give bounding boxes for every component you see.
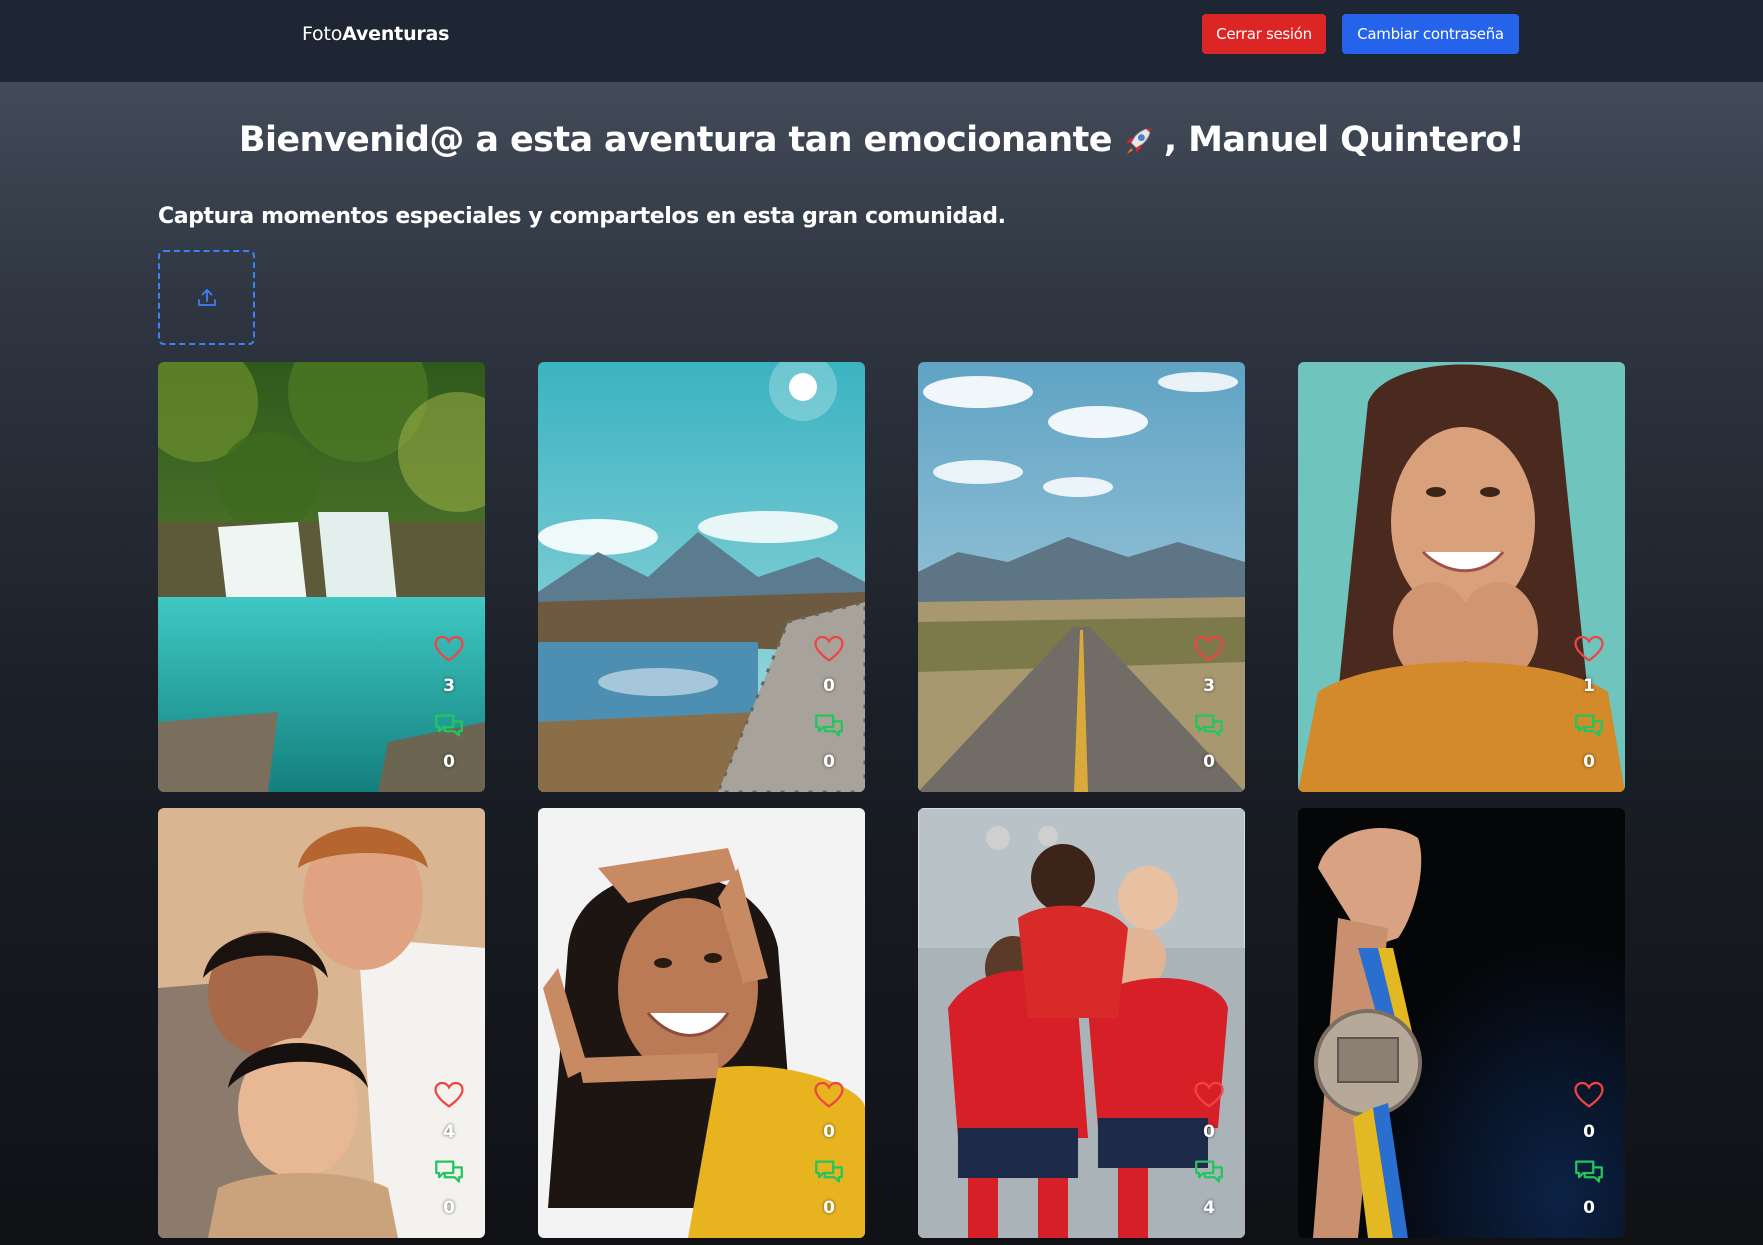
like-count: 0 bbox=[823, 676, 835, 696]
comment-count: 0 bbox=[823, 1198, 835, 1218]
top-navbar: FotoAventuras Cerrar sesión Cambiar cont… bbox=[0, 0, 1763, 82]
photo-card[interactable]: 1 0 bbox=[1298, 362, 1625, 792]
comment-count: 0 bbox=[1583, 1198, 1595, 1218]
comment-icon[interactable] bbox=[431, 1156, 467, 1190]
photo-actions: 3 0 bbox=[1191, 632, 1227, 782]
comment-icon[interactable] bbox=[1571, 710, 1607, 744]
brand-bold: Aventuras bbox=[342, 23, 450, 45]
photo-actions: 0 0 bbox=[1571, 1078, 1607, 1228]
brand-prefix: Foto bbox=[302, 23, 343, 45]
photo-card[interactable]: 0 0 bbox=[538, 808, 865, 1238]
photo-card[interactable]: 0 0 bbox=[1298, 808, 1625, 1238]
comment-icon[interactable] bbox=[1571, 1156, 1607, 1190]
comment-count: 0 bbox=[1583, 752, 1595, 772]
logout-button[interactable]: Cerrar sesión bbox=[1202, 14, 1326, 54]
comment-icon[interactable] bbox=[1191, 710, 1227, 744]
welcome-name: , Manuel Quintero! bbox=[1163, 120, 1525, 160]
like-count: 1 bbox=[1583, 676, 1595, 696]
like-count: 4 bbox=[443, 1122, 455, 1142]
heart-icon[interactable] bbox=[1191, 1078, 1227, 1112]
comment-count: 4 bbox=[1203, 1198, 1215, 1218]
photo-card[interactable]: 0 0 bbox=[538, 362, 865, 792]
upload-button[interactable] bbox=[158, 250, 255, 345]
change-password-button[interactable]: Cambiar contraseña bbox=[1342, 14, 1519, 54]
heart-icon[interactable] bbox=[1191, 632, 1227, 666]
photo-actions: 3 0 bbox=[431, 632, 467, 782]
comment-icon[interactable] bbox=[811, 1156, 847, 1190]
page-subtitle: Captura momentos especiales y compartelo… bbox=[158, 204, 1006, 229]
like-count: 3 bbox=[443, 676, 455, 696]
welcome-text: Bienvenid@ a esta aventura tan emocionan… bbox=[238, 120, 1113, 160]
photo-card[interactable]: 3 0 bbox=[158, 362, 485, 792]
photo-card[interactable]: 4 0 bbox=[158, 808, 485, 1238]
welcome-heading: Bienvenid@ a esta aventura tan emocionan… bbox=[0, 120, 1763, 160]
heart-icon[interactable] bbox=[1571, 1078, 1607, 1112]
heart-icon[interactable] bbox=[811, 1078, 847, 1112]
brand-logo[interactable]: FotoAventuras bbox=[302, 23, 449, 45]
comment-icon[interactable] bbox=[1191, 1156, 1227, 1190]
like-count: 0 bbox=[1583, 1122, 1595, 1142]
photo-actions: 0 4 bbox=[1191, 1078, 1227, 1228]
heart-icon[interactable] bbox=[431, 632, 467, 666]
comment-count: 0 bbox=[823, 752, 835, 772]
rocket-icon bbox=[1125, 128, 1151, 154]
like-count: 3 bbox=[1203, 676, 1215, 696]
photo-actions: 0 0 bbox=[811, 1078, 847, 1228]
photo-actions: 4 0 bbox=[431, 1078, 467, 1228]
photo-card[interactable]: 3 0 bbox=[918, 362, 1245, 792]
upload-icon bbox=[197, 288, 216, 306]
like-count: 0 bbox=[1203, 1122, 1215, 1142]
comment-count: 0 bbox=[443, 1198, 455, 1218]
photo-card[interactable]: 0 4 bbox=[918, 808, 1245, 1238]
photo-actions: 0 0 bbox=[811, 632, 847, 782]
comment-count: 0 bbox=[443, 752, 455, 772]
like-count: 0 bbox=[823, 1122, 835, 1142]
heart-icon[interactable] bbox=[1571, 632, 1607, 666]
heart-icon[interactable] bbox=[431, 1078, 467, 1112]
comment-icon[interactable] bbox=[431, 710, 467, 744]
comment-count: 0 bbox=[1203, 752, 1215, 772]
heart-icon[interactable] bbox=[811, 632, 847, 666]
photo-actions: 1 0 bbox=[1571, 632, 1607, 782]
comment-icon[interactable] bbox=[811, 710, 847, 744]
